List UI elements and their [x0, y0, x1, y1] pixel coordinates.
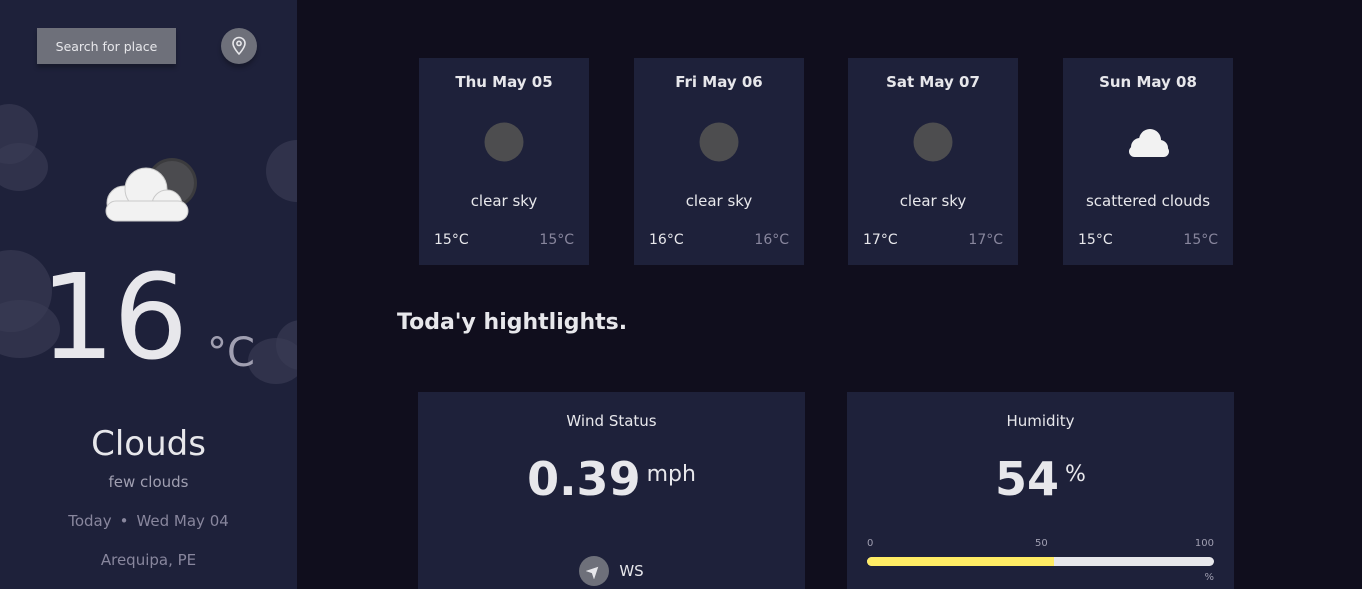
clear-sky-icon: [484, 122, 524, 162]
humidity-title: Humidity: [1006, 412, 1075, 430]
weather-condition: Clouds: [91, 424, 206, 464]
forecast-max-temp: 15°C: [1078, 232, 1113, 248]
forecast-min-temp: 15°C: [1183, 232, 1218, 248]
scattered-clouds-icon: [1129, 129, 1169, 157]
today-label: Today: [68, 512, 112, 530]
location-button[interactable]: [221, 28, 257, 64]
forecast-description: clear sky: [470, 192, 538, 210]
forecast-description: clear sky: [685, 192, 753, 210]
wind-direction: WS: [418, 556, 805, 586]
background-cloud-shape: [248, 338, 297, 384]
wind-status-panel: Wind Status 0.39 mph WS: [418, 392, 805, 589]
forecast-min-temp: 17°C: [968, 232, 1003, 248]
forecast-max-temp: 17°C: [863, 232, 898, 248]
forecast-day: Sat May 07: [886, 73, 980, 91]
wind-status-value: 0.39 mph: [418, 456, 805, 502]
forecast-min-temp: 15°C: [539, 232, 574, 248]
forecast-icon-wrap: [634, 122, 804, 162]
wind-unit: mph: [646, 462, 696, 487]
forecast-max-temp: 15°C: [434, 232, 469, 248]
humidity-unit: %: [1065, 462, 1086, 487]
forecast-day: Thu May 05: [455, 73, 553, 91]
date-line: Today • Wed May 04: [0, 512, 297, 530]
forecast-card: Sat May 07 clear sky 17°C 17°C: [848, 58, 1018, 265]
forecast-card: Sun May 08 scattered clouds 15°C 15°C: [1063, 58, 1233, 265]
humidity-number: 54: [995, 452, 1060, 506]
forecast-min-temp: 16°C: [754, 232, 789, 248]
humidity-scale-mid: 50: [1035, 538, 1048, 549]
humidity-value: 54 %: [847, 456, 1234, 502]
humidity-scale-unit: %: [1204, 572, 1214, 583]
forecast-icon-wrap: [1063, 122, 1233, 162]
wind-direction-badge: [579, 556, 610, 586]
forecast-description: clear sky: [899, 192, 967, 210]
location-pin-icon: [232, 36, 246, 56]
wind-direction-label: WS: [619, 562, 644, 580]
clear-sky-icon: [699, 122, 739, 162]
humidity-progress-bar: [867, 557, 1214, 566]
humidity-progress-fill: [867, 557, 1055, 566]
forecast-icon-wrap: [848, 122, 1018, 162]
forecast-day: Sun May 08: [1099, 73, 1197, 91]
wind-speed: 0.39: [527, 452, 641, 506]
sidebar: Search for place 16 °C Clouds few clouds…: [0, 0, 297, 589]
background-cloud-shape: [0, 143, 48, 191]
forecast-day: Fri May 06: [675, 73, 763, 91]
background-cloud-shape: [266, 140, 297, 202]
forecast-card: Thu May 05 clear sky 15°C 15°C: [419, 58, 589, 265]
wind-status-title: Wind Status: [566, 412, 657, 430]
forecast-icon-wrap: [419, 122, 589, 162]
clear-sky-icon: [913, 122, 953, 162]
navigation-arrow-icon: [586, 566, 599, 579]
humidity-panel: Humidity 54 % 0 50 100 %: [847, 392, 1234, 589]
highlights-title: Toda'y hightlights.: [397, 310, 628, 335]
humidity-scale-max: 100: [1194, 538, 1214, 549]
temperature-unit: °C: [207, 330, 255, 376]
current-date: Wed May 04: [136, 512, 229, 530]
weather-description: few clouds: [108, 473, 189, 491]
humidity-scale-min: 0: [867, 538, 874, 549]
location-name: Arequipa, PE: [100, 551, 197, 569]
forecast-max-temp: 16°C: [649, 232, 684, 248]
forecast-card: Fri May 06 clear sky 16°C 16°C: [634, 58, 804, 265]
search-for-place-button[interactable]: Search for place: [37, 28, 176, 64]
forecast-description: scattered clouds: [1085, 192, 1211, 210]
current-temperature: 16: [40, 248, 188, 386]
separator-dot: •: [119, 512, 129, 530]
cloud-sun-icon: [105, 158, 197, 222]
